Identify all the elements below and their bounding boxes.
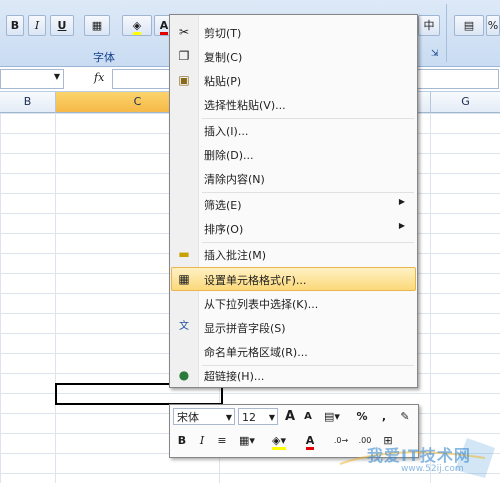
brush-icon: ✎ [400,410,410,423]
menu-item-label: 设置单元格格式(F)... [204,274,307,287]
format-painter-button[interactable]: ✎ [396,408,414,426]
menu-item-label: 排序(O) [204,223,244,236]
menu-item-label: 删除(D)... [204,149,254,162]
comment-icon: ▬ [178,247,190,261]
watermark-url: www.52ij.com [401,464,464,474]
menu-item-filter[interactable]: 筛选(E) ▶ [172,193,413,215]
italic-button[interactable]: I [193,432,211,450]
menu-item-label: 显示拼音字段(S) [204,322,286,335]
font-size-value: 12 [242,411,256,424]
merge-center-button[interactable]: 中 [418,15,440,36]
group-separator [446,4,447,62]
font-size-select[interactable]: 12 ▼ [238,408,278,425]
font-name-value: 宋体 [177,411,199,424]
menu-item-label: 粘贴(P) [204,75,242,88]
borders-icon: ▦ [91,19,103,32]
menu-item-label: 剪切(T) [204,27,242,40]
menu-item-hyperlink[interactable]: ● 超链接(H)... [172,364,413,386]
menu-item-phonetic[interactable]: 文 显示拼音字段(S) [172,316,413,338]
menu-item-define-name[interactable]: 命名单元格区域(R)... [172,340,413,362]
bold-button[interactable]: B [173,432,191,450]
shrink-font-button[interactable]: A [299,408,317,426]
chevron-down-icon[interactable]: ▼ [226,409,232,426]
fill-color-button[interactable]: ◈▾ [266,432,292,450]
bold-button[interactable]: B [6,15,24,36]
underline-button[interactable]: U [50,15,74,36]
menu-item-format-cells[interactable]: ▦ 设置单元格格式(F)... [171,267,416,291]
paint-bucket-icon: ◈ [132,19,142,35]
menu-item-paste[interactable]: ▣ 粘贴(P) [172,69,413,91]
menu-item-clear-contents[interactable]: 清除内容(N) [172,167,413,189]
paint-bucket-icon: ◈▾ [272,434,286,450]
scissors-icon: ✂ [178,25,190,39]
format-cells-icon: ▦ [178,272,190,286]
comma-button[interactable]: , [375,408,393,426]
borders-icon: ▦▾ [239,434,255,447]
currency-icon: ▤▾ [324,410,340,423]
fx-icon[interactable]: fx [94,71,104,84]
menu-item-sort[interactable]: 排序(O) ▶ [172,217,413,239]
phonetic-icon: 文 [179,321,189,332]
grid-line [55,113,56,483]
menu-item-label: 插入(I)... [204,125,249,138]
borders-button[interactable]: ▦▾ [234,432,260,450]
font-name-select[interactable]: 宋体 ▼ [173,408,235,425]
italic-button[interactable]: I [28,15,46,36]
menu-item-label: 复制(C) [204,51,243,64]
menu-item-cut[interactable]: ✂ 剪切(T) [172,21,413,43]
borders-button[interactable]: ▦ [84,15,110,36]
menu-item-label: 从下拉列表中选择(K)... [204,298,319,311]
menu-item-paste-special[interactable]: 选择性粘贴(V)... [172,93,413,115]
font-color-icon: A [305,434,315,450]
submenu-arrow-icon: ▶ [398,221,405,230]
dialog-launcher-icon[interactable]: ⇲ [431,49,439,59]
menu-item-copy[interactable]: ❐ 复制(C) [172,45,413,67]
hyperlink-icon: ● [178,368,190,382]
center-align-button[interactable]: ≡ [213,432,231,450]
menu-item-label: 插入批注(M) [204,249,267,262]
currency-icon: ▤ [463,19,475,32]
menu-item-label: 选择性粘贴(V)... [204,99,286,112]
chevron-down-icon[interactable]: ▼ [269,409,275,426]
grow-font-button[interactable]: A [281,408,299,426]
menu-item-label: 超链接(H)... [204,370,265,383]
column-header-b[interactable]: B [0,92,56,113]
menu-item-pick-from-list[interactable]: 从下拉列表中选择(K)... [172,292,413,314]
column-header-g[interactable]: G [431,92,500,113]
name-box[interactable]: ▼ [0,69,64,89]
context-menu: ✂ 剪切(T) ❐ 复制(C) ▣ 粘贴(P) 选择性粘贴(V)... 插入(I… [169,14,418,388]
copy-icon: ❐ [178,49,190,63]
paste-icon: ▣ [178,73,190,87]
accounting-format-button[interactable]: ▤▾ [320,408,344,426]
submenu-arrow-icon: ▶ [398,197,405,206]
fill-color-button[interactable]: ◈ [122,15,152,36]
percent-button[interactable]: % [486,15,500,36]
grid-line [430,113,431,483]
menu-item-insert-comment[interactable]: ▬ 插入批注(M) [172,243,413,265]
menu-item-label: 清除内容(N) [204,173,265,186]
font-color-button[interactable]: A [298,432,322,450]
menu-item-label: 命名单元格区域(R)... [204,346,308,359]
percent-button[interactable]: % [353,408,371,426]
watermark: 我爱IT技术网 www.52ij.com [335,434,500,483]
font-color-icon: A [159,19,169,35]
chevron-down-icon[interactable]: ▼ [54,72,60,81]
font-group-label: 字体 [93,51,115,64]
number-format-button[interactable]: ▤ [454,15,484,36]
menu-item-delete[interactable]: 删除(D)... [172,143,413,165]
watermark-title: 我爱IT技术网 [367,446,471,465]
menu-item-label: 筛选(E) [204,199,242,212]
menu-item-insert[interactable]: 插入(I)... [172,119,413,141]
align-center-icon: ≡ [217,434,227,447]
